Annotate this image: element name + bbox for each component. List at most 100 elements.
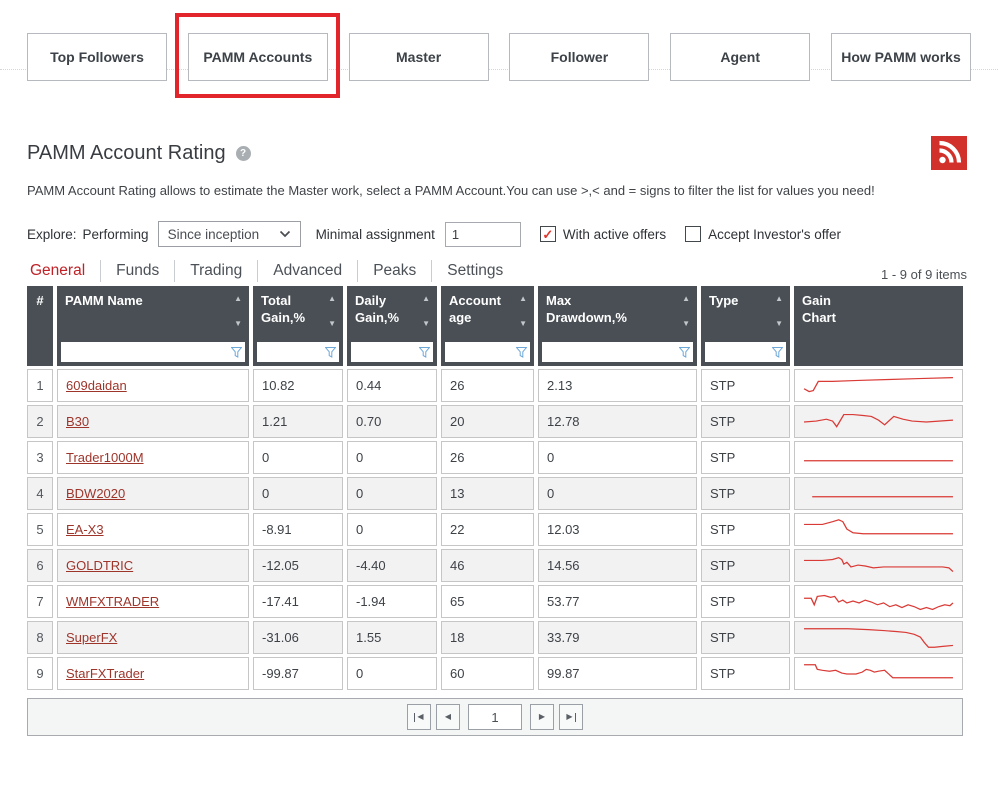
explore-label: Explore: <box>27 227 77 242</box>
table-row: 3 Trader1000M 0 0 26 0 STP <box>27 441 963 474</box>
sort-desc-icon[interactable] <box>775 320 783 328</box>
gain-chart-cell <box>794 585 963 618</box>
gain-chart-cell <box>794 513 963 546</box>
next-page-icon <box>539 713 545 721</box>
total-gain-filter-input[interactable] <box>257 342 325 362</box>
total-gain-cell: -8.91 <box>253 513 343 546</box>
last-page-button[interactable] <box>559 704 583 730</box>
table-row: 9 StarFXTrader -99.87 0 60 99.87 STP <box>27 657 963 690</box>
table-row: 6 GOLDTRIC -12.05 -4.40 46 14.56 STP <box>27 549 963 582</box>
nav-button-agent[interactable]: Agent <box>670 33 810 81</box>
filter-funnel-icon[interactable] <box>231 347 242 358</box>
filter-funnel-icon[interactable] <box>419 347 430 358</box>
filter-funnel-icon[interactable] <box>772 347 783 358</box>
nav-button-pamm-accounts[interactable]: PAMM Accounts <box>188 33 328 81</box>
accept-investors-offer-checkbox[interactable]: Accept Investor's offer <box>685 226 841 242</box>
pamm-name-filter-input[interactable] <box>61 342 231 362</box>
table-row: 1 609daidan 10.82 0.44 26 2.13 STP <box>27 369 963 402</box>
nav-button-master[interactable]: Master <box>349 33 489 81</box>
pamm-name-link[interactable]: 609daidan <box>66 378 127 393</box>
tab-settings[interactable]: Settings <box>431 260 518 282</box>
performing-label: Performing <box>83 227 149 242</box>
daily-gain-cell: -4.40 <box>347 549 437 582</box>
account-age-filter-input[interactable] <box>445 342 516 362</box>
column-header-account-age: Account age <box>441 286 534 366</box>
pamm-name-link[interactable]: StarFXTrader <box>66 666 144 681</box>
filter-funnel-icon[interactable] <box>516 347 527 358</box>
column-header-pamm-name: PAMM Name <box>57 286 249 366</box>
sort-desc-icon[interactable] <box>328 320 336 328</box>
tab-advanced[interactable]: Advanced <box>257 260 357 282</box>
total-gain-cell: 10.82 <box>253 369 343 402</box>
row-number-cell: 6 <box>27 549 53 582</box>
max-drawdown-cell: 0 <box>538 477 697 510</box>
gain-sparkline-chart <box>802 481 955 507</box>
tab-general[interactable]: General <box>27 260 100 282</box>
tab-funds[interactable]: Funds <box>100 260 174 282</box>
nav-button-follower[interactable]: Follower <box>509 33 649 81</box>
pamm-name-link[interactable]: B30 <box>66 414 89 429</box>
first-page-button[interactable] <box>407 704 431 730</box>
minimal-assignment-input[interactable] <box>445 222 521 247</box>
total-gain-cell: -99.87 <box>253 657 343 690</box>
gain-chart-cell <box>794 477 963 510</box>
total-gain-cell: -12.05 <box>253 549 343 582</box>
pamm-name-cell: SuperFX <box>57 621 249 654</box>
account-age-cell: 60 <box>441 657 534 690</box>
sort-asc-icon[interactable] <box>328 295 336 303</box>
row-number-cell: 7 <box>27 585 53 618</box>
page-number-input[interactable] <box>468 704 522 730</box>
sort-asc-icon[interactable] <box>422 295 430 303</box>
help-icon[interactable] <box>236 146 251 161</box>
gain-chart-cell <box>794 369 963 402</box>
period-select[interactable]: Since inception <box>158 221 301 247</box>
total-gain-cell: 0 <box>253 441 343 474</box>
pamm-name-link[interactable]: Trader1000M <box>66 450 144 465</box>
prev-page-button[interactable] <box>436 704 460 730</box>
row-number-cell: 2 <box>27 405 53 438</box>
daily-gain-filter-input[interactable] <box>351 342 419 362</box>
pamm-name-link[interactable]: EA-X3 <box>66 522 104 537</box>
pamm-name-link[interactable]: WMFXTRADER <box>66 594 159 609</box>
rss-icon[interactable] <box>931 136 967 170</box>
sort-desc-icon[interactable] <box>234 320 242 328</box>
max-drawdown-cell: 99.87 <box>538 657 697 690</box>
column-label: PAMM Name <box>65 293 225 310</box>
account-age-cell: 13 <box>441 477 534 510</box>
tab-peaks[interactable]: Peaks <box>357 260 431 282</box>
filter-funnel-icon[interactable] <box>325 347 336 358</box>
checkmark-icon <box>542 228 553 241</box>
nav-button-top-followers[interactable]: Top Followers <box>27 33 167 81</box>
sort-asc-icon[interactable] <box>234 295 242 303</box>
sort-asc-icon[interactable] <box>519 295 527 303</box>
sort-asc-icon[interactable] <box>775 295 783 303</box>
gain-sparkline-chart <box>802 517 955 543</box>
pamm-name-link[interactable]: SuperFX <box>66 630 117 645</box>
sort-desc-icon[interactable] <box>682 320 690 328</box>
daily-gain-cell: 0 <box>347 477 437 510</box>
column-header-number: # <box>27 286 53 366</box>
sort-desc-icon[interactable] <box>422 320 430 328</box>
filter-funnel-icon[interactable] <box>679 347 690 358</box>
gain-sparkline-chart <box>802 445 955 471</box>
page-title: PAMM Account Rating <box>27 142 226 165</box>
gain-sparkline-chart <box>802 589 955 615</box>
account-type-cell: STP <box>701 513 790 546</box>
pamm-name-link[interactable]: GOLDTRIC <box>66 558 133 573</box>
max-drawdown-filter-input[interactable] <box>542 342 679 362</box>
column-label: Daily Gain,% <box>355 293 413 327</box>
type-filter-input[interactable] <box>705 342 772 362</box>
gain-chart-cell <box>794 657 963 690</box>
sort-asc-icon[interactable] <box>682 295 690 303</box>
max-drawdown-cell: 33.79 <box>538 621 697 654</box>
next-page-button[interactable] <box>530 704 554 730</box>
nav-button-how-pamm-works[interactable]: How PAMM works <box>831 33 971 81</box>
with-active-offers-label: With active offers <box>563 227 666 242</box>
tab-trading[interactable]: Trading <box>174 260 257 282</box>
account-type-cell: STP <box>701 585 790 618</box>
sort-desc-icon[interactable] <box>519 320 527 328</box>
with-active-offers-checkbox[interactable]: With active offers <box>540 226 666 242</box>
account-age-cell: 46 <box>441 549 534 582</box>
pamm-name-link[interactable]: BDW2020 <box>66 486 125 501</box>
account-age-cell: 20 <box>441 405 534 438</box>
